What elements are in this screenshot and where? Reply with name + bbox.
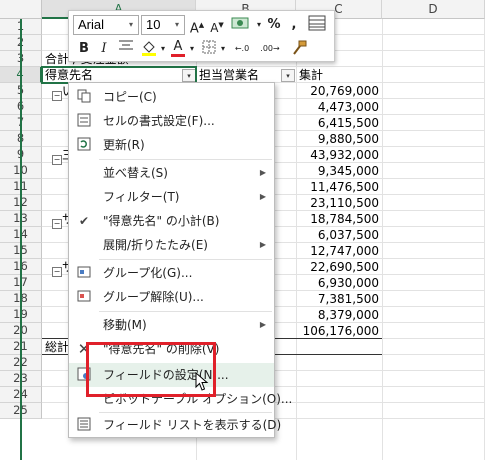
menu-item-sort[interactable]: 並べ替え(S) ▶	[69, 161, 274, 185]
submenu-arrow-icon: ▶	[259, 168, 266, 177]
chevron-down-icon[interactable]: ▾	[124, 16, 138, 34]
decrease-decimal-button[interactable]: .00→	[257, 39, 283, 59]
align-center-icon	[119, 40, 133, 50]
field-settings-icon	[76, 367, 92, 383]
menu-item-field-settings[interactable]: フィールドの設定(N)...	[69, 363, 274, 387]
menu-item-copy[interactable]: コピー(C)	[69, 85, 274, 109]
column-header-d[interactable]: D	[382, 0, 485, 19]
font-color-button[interactable]: A	[169, 39, 187, 59]
menu-separator	[99, 259, 272, 260]
refresh-icon	[76, 137, 92, 153]
value-cell[interactable]: 9,345,000	[298, 163, 379, 179]
cell-c4[interactable]: 集計	[299, 67, 379, 83]
mouse-pointer-icon	[195, 372, 209, 391]
value-cell[interactable]: 6,037,500	[298, 227, 379, 243]
submenu-arrow-icon: ▶	[259, 240, 266, 249]
select-all-corner[interactable]	[0, 0, 42, 19]
collapse-toggle-row16[interactable]: −	[52, 267, 62, 277]
menu-item-filter[interactable]: フィルター(T) ▶	[69, 185, 274, 209]
value-cell[interactable]: 23,110,500	[298, 195, 379, 211]
chevron-down-icon[interactable]: ▾	[188, 39, 196, 59]
copy-icon	[76, 89, 92, 105]
selection-indicator-line	[20, 19, 22, 460]
value-cell[interactable]: 22,690,500	[298, 259, 379, 275]
align-center-button[interactable]	[115, 39, 137, 59]
currency-icon	[231, 17, 249, 29]
submenu-arrow-icon: ▶	[259, 320, 266, 329]
menu-item-group[interactable]: グループ化(G)...	[69, 261, 274, 285]
menu-separator	[99, 311, 272, 312]
chevron-down-icon[interactable]: ▾	[255, 15, 263, 35]
menu-item-refresh[interactable]: 更新(R)	[69, 133, 274, 157]
borders-icon	[202, 40, 216, 54]
shrink-font-button[interactable]: A▼	[208, 15, 226, 35]
filter-dropdown-a4[interactable]: ▾	[182, 69, 196, 82]
value-cell[interactable]: 12,747,000	[298, 243, 379, 259]
menu-item-ungroup[interactable]: グループ解除(U)...	[69, 285, 274, 309]
group-icon	[76, 265, 92, 281]
menu-item-move[interactable]: 移動(M) ▶	[69, 313, 274, 337]
value-cell[interactable]: 8,379,000	[298, 307, 379, 323]
ungroup-icon	[76, 289, 92, 305]
brush-icon	[293, 40, 307, 55]
font-size-value: 10	[146, 17, 161, 32]
remove-x-icon: ✕	[77, 340, 91, 358]
value-cell[interactable]: 4,473,000	[298, 99, 379, 115]
value-cell[interactable]: 18,784,500	[298, 211, 379, 227]
field-list-icon	[76, 417, 92, 433]
cell-b4[interactable]: 担当営業名	[199, 67, 279, 83]
submenu-arrow-icon: ▶	[259, 192, 266, 201]
font-name-combo[interactable]: Arial ▾	[73, 15, 139, 35]
menu-item-remove-field[interactable]: ✕ "得意先名" の削除(V)	[69, 337, 274, 361]
grow-font-button[interactable]: A▲	[188, 15, 206, 36]
italic-button[interactable]: I	[95, 39, 113, 59]
menu-item-format-cells[interactable]: セルの書式設定(F)...	[69, 109, 274, 133]
percent-style-button[interactable]: %	[265, 15, 283, 35]
menu-item-expand-collapse[interactable]: 展開/折りたたみ(E) ▶	[69, 233, 274, 257]
collapse-toggle-row13[interactable]: −	[52, 219, 62, 229]
value-cell[interactable]: 20,769,000	[298, 83, 379, 99]
fill-color-button[interactable]	[139, 39, 159, 59]
value-cell[interactable]: 6,930,000	[298, 275, 379, 291]
format-table-button[interactable]	[306, 15, 328, 35]
font-name-value: Arial	[78, 17, 105, 32]
value-cell[interactable]: 6,415,500	[298, 115, 379, 131]
chevron-down-icon[interactable]: ▾	[170, 16, 184, 34]
collapse-toggle-row9[interactable]: −	[52, 155, 62, 165]
menu-item-subtotal[interactable]: ✔ "得意先名" の小計(B)	[69, 209, 274, 233]
chevron-down-icon[interactable]: ▾	[159, 39, 167, 59]
accounting-format-button[interactable]	[229, 15, 253, 35]
value-cell[interactable]: 9,880,500	[298, 131, 379, 147]
mini-toolbar: Arial ▾ 10 ▾ A▲ A▼ ▾ % , B I ▾ A ▾ ▾ ←.0…	[68, 10, 335, 62]
comma-style-button[interactable]: ,	[285, 15, 303, 35]
filter-dropdown-b4[interactable]: ▾	[281, 69, 295, 82]
menu-separator	[99, 159, 272, 160]
table-icon	[308, 15, 326, 31]
value-cell[interactable]: 11,476,500	[298, 179, 379, 195]
menu-item-field-list[interactable]: フィールド リストを表示する(D)	[69, 413, 281, 437]
increase-decimal-button[interactable]: ←.0	[229, 39, 255, 59]
value-cell[interactable]: 43,932,000	[298, 147, 379, 163]
context-menu: コピー(C) セルの書式設定(F)... 更新(R) 並べ替え(S) ▶ フィル…	[68, 82, 292, 438]
font-color-swatch	[171, 54, 185, 57]
format-painter-button[interactable]	[289, 39, 309, 59]
value-cell[interactable]: 7,381,500	[298, 291, 379, 307]
value-cell[interactable]: 106,176,000	[298, 323, 379, 339]
collapse-toggle-row5[interactable]: −	[52, 91, 62, 101]
checkmark-icon: ✔	[78, 214, 90, 228]
font-color-letter: A	[173, 39, 183, 54]
chevron-down-icon[interactable]: ▾	[219, 39, 227, 59]
format-cells-icon	[76, 113, 92, 129]
paint-bucket-icon	[142, 41, 156, 56]
bold-button[interactable]: B	[75, 39, 93, 59]
borders-button[interactable]	[199, 39, 219, 59]
font-size-combo[interactable]: 10 ▾	[141, 15, 185, 35]
cell-a4[interactable]: 得意先名	[45, 67, 185, 83]
menu-item-pivot-options[interactable]: ピボットテーブル オプション(O)...	[69, 387, 292, 411]
